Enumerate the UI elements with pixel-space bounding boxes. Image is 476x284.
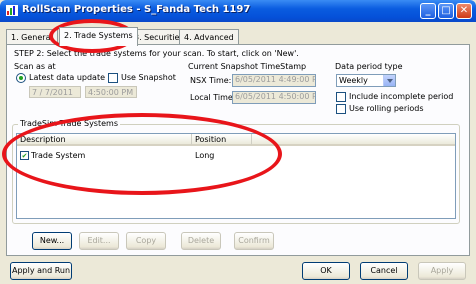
local-time-label: Local Time: (190, 93, 236, 102)
column-header-filler (252, 134, 455, 146)
edit-button[interactable]: Edit... (79, 232, 119, 250)
cancel-button[interactable]: Cancel (360, 262, 408, 280)
data-period-select[interactable]: Weekly (336, 74, 396, 87)
latest-data-radio[interactable] (16, 73, 26, 83)
latest-data-label: Latest data update (29, 73, 106, 82)
chevron-down-icon[interactable] (383, 75, 395, 86)
nsx-time-label: NSX Time: (190, 76, 232, 85)
use-snapshot-label: Use Snapshot (121, 73, 176, 82)
tab-trade-systems[interactable]: 2. Trade Systems (59, 27, 138, 46)
use-snapshot-checkbox[interactable] (108, 73, 118, 83)
title-bar[interactable]: RollScan Properties - S_Fanda Tech 1197 … (0, 0, 476, 22)
snapshot-date-field[interactable]: 7 / 7/2011 (29, 86, 81, 98)
delete-button[interactable]: Delete (181, 232, 221, 250)
trade-systems-group-label: TradeSim Trade Systems (18, 119, 120, 128)
local-time-field: 6/05/2011 4:50:00 PM (232, 91, 316, 104)
maximize-button[interactable]: □ (438, 3, 454, 19)
data-period-value: Weekly (339, 76, 368, 85)
ok-button[interactable]: OK (302, 262, 350, 280)
column-header-position[interactable]: Position (192, 134, 252, 146)
data-period-label: Data period type (335, 62, 403, 71)
include-incomplete-checkbox[interactable] (336, 92, 346, 102)
column-header-description[interactable]: Description (17, 134, 192, 146)
include-incomplete-label: Include incomplete period (349, 92, 454, 101)
nsx-time-field: 6/05/2011 4:49:00 PM (232, 74, 316, 87)
apply-and-run-button[interactable]: Apply and Run (10, 262, 72, 280)
window-title: RollScan Properties - S_Fanda Tech 1197 (22, 4, 251, 15)
trade-system-description[interactable]: Trade System (31, 151, 85, 160)
copy-button[interactable]: Copy (126, 232, 166, 250)
use-rolling-checkbox[interactable] (336, 104, 346, 114)
app-icon (6, 5, 18, 16)
step-instructions: STEP 2: Select the trade systems for you… (14, 49, 299, 58)
new-button[interactable]: New... (32, 232, 72, 250)
close-button[interactable]: ✕ (456, 3, 472, 19)
trade-system-position[interactable]: Long (195, 151, 214, 160)
trade-systems-list[interactable]: Description Position ✔ Trade System Long (16, 133, 456, 219)
trade-system-row-checkbox[interactable]: ✔ (20, 151, 29, 160)
confirm-button[interactable]: Confirm (234, 232, 274, 250)
snapshot-heading: Current Snapshot TimeStamp (188, 62, 307, 71)
apply-button[interactable]: Apply (418, 262, 466, 280)
scan-as-at-label: Scan as at (14, 62, 56, 71)
minimize-button[interactable]: _ (420, 3, 436, 19)
use-rolling-label: Use rolling periods (349, 104, 424, 113)
snapshot-time-field[interactable]: 4:50:00 PM (85, 86, 137, 98)
tab-general[interactable]: 1. General (6, 29, 58, 45)
tab-advanced[interactable]: 4. Advanced (179, 29, 239, 45)
